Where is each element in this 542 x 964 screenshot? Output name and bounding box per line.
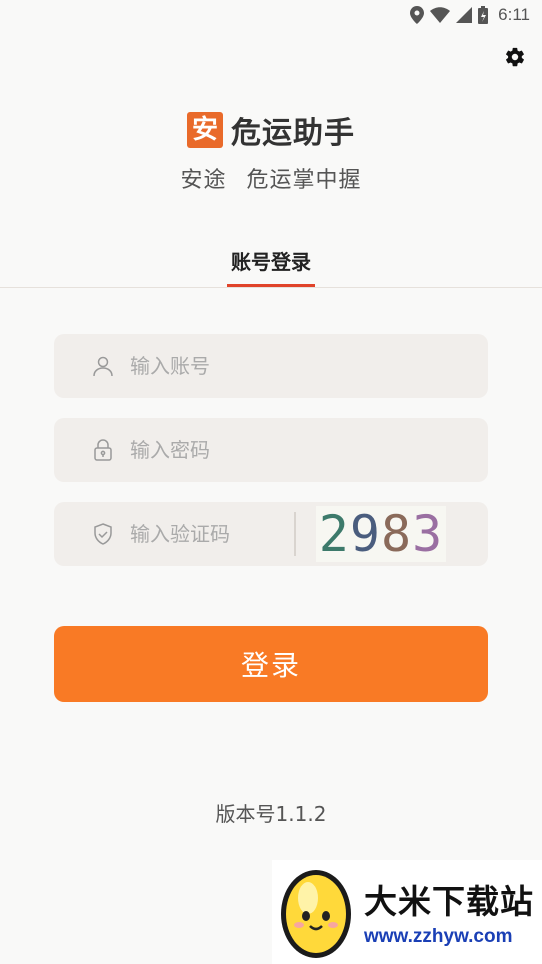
captcha-image[interactable]: 2983 bbox=[316, 506, 446, 562]
watermark-text: 大米下载站 www.zzhyw.com bbox=[364, 882, 534, 948]
status-time: 6:11 bbox=[498, 5, 530, 24]
lock-icon bbox=[90, 437, 116, 463]
watermark-url: www.zzhyw.com bbox=[364, 926, 513, 947]
captcha-field[interactable]: 2983 bbox=[54, 502, 488, 566]
app-brand: 安 危运助手 bbox=[0, 108, 542, 152]
status-bar: 6:11 bbox=[0, 0, 542, 30]
location-icon bbox=[410, 6, 425, 24]
login-tabs: 账号登录 bbox=[0, 240, 542, 288]
settings-button[interactable] bbox=[502, 46, 528, 72]
gear-icon bbox=[504, 46, 526, 72]
password-field[interactable] bbox=[54, 418, 488, 482]
watermark-title: 大米下载站 bbox=[364, 882, 534, 921]
app-name: 危运助手 bbox=[231, 116, 355, 151]
app-logo: 安 bbox=[187, 112, 223, 148]
account-input[interactable] bbox=[130, 354, 380, 378]
wifi-icon bbox=[430, 7, 451, 23]
signal-icon bbox=[456, 7, 473, 23]
site-watermark: 大米下载站 www.zzhyw.com bbox=[272, 860, 542, 964]
account-field[interactable] bbox=[54, 334, 488, 398]
password-input[interactable] bbox=[130, 438, 380, 462]
tab-indicator bbox=[227, 284, 315, 287]
captcha-input[interactable] bbox=[130, 522, 300, 546]
login-button[interactable]: 登录 bbox=[54, 626, 488, 702]
captcha-divider bbox=[294, 512, 296, 556]
shield-icon bbox=[90, 521, 116, 547]
watermark-mascot-icon bbox=[276, 862, 356, 964]
version-label: 版本号1.1.2 bbox=[215, 802, 327, 826]
app-slogan: 安途 危运掌中握 bbox=[180, 168, 362, 193]
battery-icon bbox=[478, 6, 489, 24]
tab-account-login[interactable]: 账号登录 bbox=[227, 246, 315, 275]
user-icon bbox=[90, 353, 116, 379]
captcha-code: 2983 bbox=[318, 506, 444, 562]
